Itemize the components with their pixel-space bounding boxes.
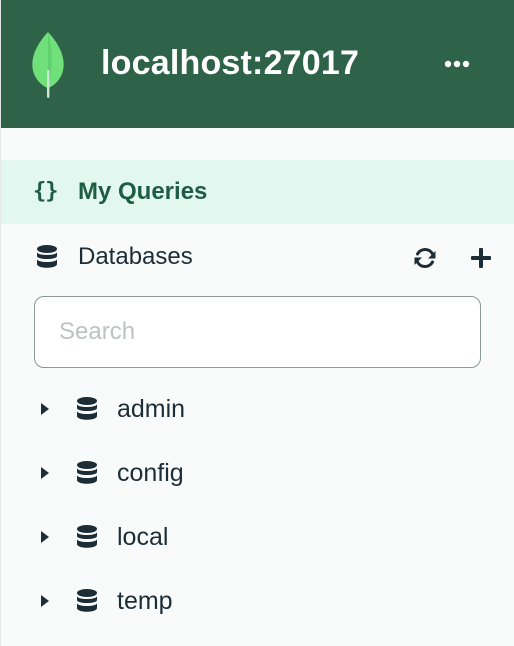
ellipsis-icon [444, 60, 470, 68]
database-item-temp[interactable]: temp [1, 572, 514, 636]
database-item-config[interactable]: config [1, 444, 514, 508]
caret-right-icon[interactable] [39, 402, 51, 416]
database-icon [77, 525, 97, 548]
plus-icon [471, 248, 491, 268]
create-database-button[interactable] [465, 242, 497, 274]
braces-icon: {} [33, 179, 58, 204]
database-item-local[interactable]: local [1, 508, 514, 572]
connection-title: localhost:27017 [101, 44, 360, 82]
database-icon [77, 461, 97, 484]
database-name: local [117, 523, 169, 551]
search-input[interactable] [34, 296, 481, 368]
database-icon [37, 245, 57, 268]
database-name: config [117, 459, 184, 487]
caret-right-icon[interactable] [39, 594, 51, 608]
database-name: admin [117, 395, 186, 423]
my-queries-label: My Queries [78, 178, 208, 205]
databases-header: Databases [1, 236, 514, 278]
connection-header: localhost:27017 [1, 0, 514, 128]
connection-sidebar: localhost:27017 {} My Queries Databases [0, 0, 514, 646]
database-icon [77, 397, 97, 420]
database-icon [77, 589, 97, 612]
caret-right-icon[interactable] [39, 530, 51, 544]
nav-item-my-queries[interactable]: {} My Queries [1, 160, 514, 224]
database-list: admin config local temp [1, 380, 514, 636]
database-name: temp [117, 587, 173, 615]
database-item-admin[interactable]: admin [1, 380, 514, 444]
refresh-icon [414, 247, 436, 269]
mongodb-leaf-icon [32, 32, 64, 98]
databases-label: Databases [78, 243, 193, 270]
caret-right-icon[interactable] [39, 466, 51, 480]
more-options-button[interactable] [439, 46, 475, 82]
refresh-databases-button[interactable] [409, 242, 441, 274]
